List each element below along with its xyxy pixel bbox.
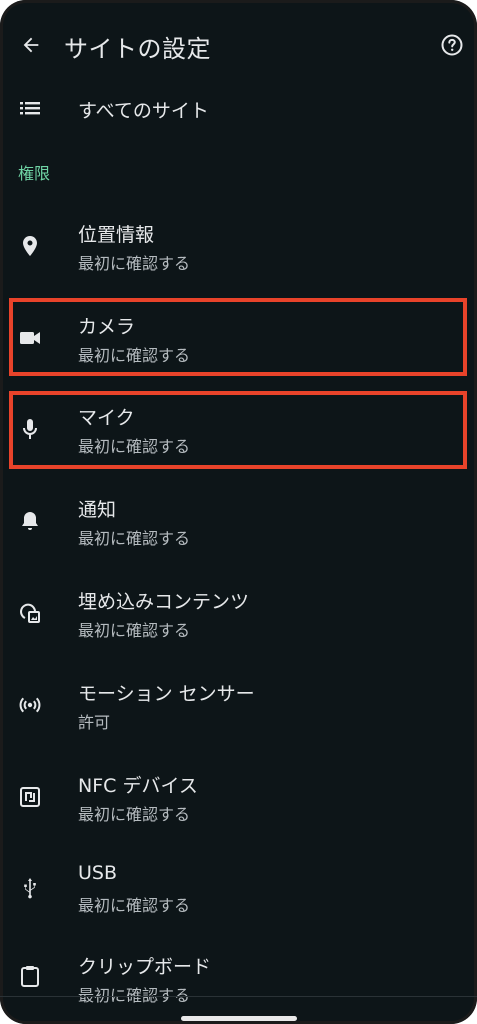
home-gesture-handle[interactable] <box>181 1016 297 1021</box>
permission-row-nfc[interactable]: NFC デバイス 最初に確認する <box>0 761 477 847</box>
permission-title: USB <box>78 862 118 884</box>
permission-title: カメラ <box>78 316 136 338</box>
bell-icon <box>22 512 38 530</box>
permission-title: クリップボード <box>78 956 212 978</box>
permission-title: NFC デバイス <box>78 775 198 797</box>
motion-sensor-icon <box>19 697 41 713</box>
help-circle-icon <box>441 34 463 56</box>
clipboard-icon <box>21 966 39 987</box>
embedded-content-icon <box>20 603 40 623</box>
gesture-navigation-bar <box>0 1000 477 1024</box>
permission-row-location[interactable]: 位置情報 最初に確認する <box>0 210 477 296</box>
permission-title: 埋め込みコンテンツ <box>78 591 250 613</box>
permission-status: 最初に確認する <box>78 437 191 456</box>
permission-status: 最初に確認する <box>78 529 191 548</box>
permission-status: 最初に確認する <box>78 346 191 365</box>
list-icon <box>20 102 40 115</box>
permission-title: モーション センサー <box>78 683 255 705</box>
usb-icon <box>24 878 36 899</box>
permission-title: マイク <box>78 407 135 429</box>
arrow-back-icon <box>23 37 39 53</box>
page-title: サイトの設定 <box>64 35 211 63</box>
permission-row-usb[interactable]: USB 最初に確認する <box>0 852 477 938</box>
section-header-permissions: 権限 <box>18 164 51 183</box>
all-sites-item[interactable]: すべてのサイト <box>0 84 477 132</box>
permission-status: 許可 <box>78 713 111 732</box>
permission-row-notifications[interactable]: 通知 最初に確認する <box>0 485 477 571</box>
permission-status: 最初に確認する <box>78 805 191 824</box>
permission-row-motion-sensors[interactable]: モーション センサー 許可 <box>0 669 477 755</box>
permission-title: 位置情報 <box>78 224 155 246</box>
permission-status: 最初に確認する <box>78 254 191 273</box>
permission-row-microphone[interactable]: マイク 最初に確認する <box>0 393 477 479</box>
all-sites-label: すべてのサイト <box>78 100 209 122</box>
permission-status: 最初に確認する <box>78 621 191 640</box>
bottom-divider <box>0 996 477 997</box>
phone-screen: サイトの設定 すべてのサイト 権限 位置情報 最初に確認する カメラ 最初に確認… <box>0 0 477 1024</box>
location-pin-icon <box>23 236 37 256</box>
permission-title: 通知 <box>78 499 117 521</box>
video-camera-icon <box>20 332 40 344</box>
nfc-icon <box>20 787 40 807</box>
permission-row-embedded-content[interactable]: 埋め込みコンテンツ 最初に確認する <box>0 577 477 663</box>
help-button[interactable] <box>440 33 464 57</box>
microphone-icon <box>23 419 37 439</box>
app-bar: サイトの設定 <box>0 0 477 92</box>
permission-row-camera[interactable]: カメラ 最初に確認する <box>0 302 477 388</box>
permission-status: 最初に確認する <box>78 896 191 915</box>
back-button[interactable] <box>18 32 44 58</box>
